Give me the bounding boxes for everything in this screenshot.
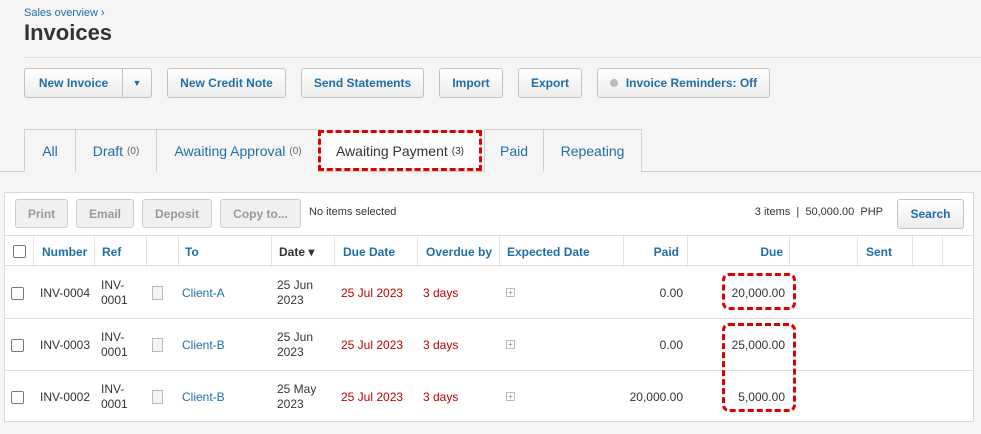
email-button[interactable]: Email <box>76 199 134 228</box>
column-ref[interactable]: Ref <box>95 236 147 267</box>
row-checkbox[interactable] <box>11 287 24 300</box>
tab-label: Repeating <box>560 143 625 159</box>
invoice-ref: INV-0001 <box>101 330 128 359</box>
column-extra <box>913 236 943 267</box>
tab-all[interactable]: All <box>24 129 76 172</box>
invoice-reminders-button[interactable]: Invoice Reminders: Off <box>597 68 770 98</box>
copy-to-button[interactable]: Copy to... <box>220 199 301 228</box>
document-icon[interactable] <box>152 338 163 352</box>
row-checkbox[interactable] <box>11 391 24 404</box>
chevron-down-icon: ▼ <box>132 78 142 88</box>
column-number[interactable]: Number <box>34 236 95 267</box>
select-all-checkbox[interactable] <box>12 245 26 258</box>
invoice-date: 25 May 2023 <box>277 382 317 411</box>
due-highlight-annotation <box>722 323 796 412</box>
contact-link[interactable]: Client-B <box>182 319 225 371</box>
add-expected-date-icon[interactable]: + <box>506 340 515 349</box>
page-title: Invoices <box>24 20 113 45</box>
document-icon[interactable] <box>152 390 163 404</box>
paid-amount: 0.00 <box>659 338 683 352</box>
tab-awaiting-payment[interactable]: Awaiting Payment (3) <box>318 130 482 171</box>
tab-count: (3) <box>451 145 465 157</box>
table-header: Number Ref To Date ▾ Due Date Overdue by… <box>5 235 973 267</box>
add-expected-date-icon[interactable]: + <box>506 288 515 297</box>
tab-label: Draft <box>92 143 124 159</box>
deposit-button[interactable]: Deposit <box>142 199 212 228</box>
column-due-date[interactable]: Due Date <box>335 236 418 267</box>
due-date: 25 Jul 2023 <box>341 286 404 300</box>
column-spacer <box>790 236 858 267</box>
column-expected-date[interactable]: Expected Date <box>500 236 624 267</box>
search-button[interactable]: Search <box>897 199 964 229</box>
new-invoice-button[interactable]: New Invoice <box>24 68 123 98</box>
invoice-date: 25 Jun 2023 <box>277 330 314 359</box>
overdue-by: 3 days <box>423 338 459 352</box>
status-dot-icon <box>609 79 618 87</box>
tab-repeating[interactable]: Repeating <box>543 129 642 172</box>
breadcrumb[interactable]: Sales overview › <box>24 7 105 19</box>
new-invoice-dropdown-button[interactable]: ▼ <box>122 68 152 98</box>
due-highlight-annotation <box>722 273 796 310</box>
items-summary: 3 items | 50,000.00 PHP <box>754 206 883 218</box>
tab-paid[interactable]: Paid <box>484 129 544 172</box>
add-expected-date-icon[interactable]: + <box>506 392 515 401</box>
invoice-number: INV-0003 <box>40 338 91 352</box>
invoice-number: INV-0002 <box>40 390 91 404</box>
import-button[interactable]: Import <box>439 68 503 98</box>
overdue-by: 3 days <box>423 286 459 300</box>
column-overdue-by[interactable]: Overdue by <box>418 236 500 267</box>
tab-label: Awaiting Payment <box>335 143 448 159</box>
invoice-reminders-label: Invoice Reminders: Off <box>625 76 758 90</box>
paid-amount: 0.00 <box>659 286 683 300</box>
column-attachment <box>147 236 179 267</box>
column-to[interactable]: To <box>179 236 272 267</box>
due-date: 25 Jul 2023 <box>341 390 404 404</box>
column-date[interactable]: Date ▾ <box>272 236 335 267</box>
send-statements-button[interactable]: Send Statements <box>301 68 424 98</box>
tab-count: (0) <box>127 145 140 157</box>
tab-label: Awaiting Approval <box>174 143 286 159</box>
invoice-number: INV-0004 <box>40 286 91 300</box>
tab-draft[interactable]: Draft (0) <box>75 129 157 172</box>
row-checkbox[interactable] <box>11 339 24 352</box>
column-sent[interactable]: Sent <box>858 236 913 267</box>
table-row[interactable]: INV-0004 INV-0001 Client-A 25 Jun 2023 2… <box>5 267 973 319</box>
invoice-ref: INV-0001 <box>101 278 128 307</box>
table-row[interactable]: INV-0002 INV-0001 Client-B 25 May 2023 2… <box>5 371 973 423</box>
tab-awaiting-approval[interactable]: Awaiting Approval (0) <box>156 129 320 172</box>
header-divider <box>24 57 981 58</box>
invoice-date: 25 Jun 2023 <box>277 278 314 307</box>
export-button[interactable]: Export <box>518 68 582 98</box>
due-date: 25 Jul 2023 <box>341 338 404 352</box>
tab-label: Paid <box>499 143 529 159</box>
contact-link[interactable]: Client-B <box>182 371 225 423</box>
tab-label: All <box>42 143 58 159</box>
column-due[interactable]: Due <box>688 236 790 267</box>
paid-amount: 20,000.00 <box>629 390 683 404</box>
overdue-by: 3 days <box>423 390 459 404</box>
selection-status: No items selected <box>309 206 397 218</box>
new-credit-note-button[interactable]: New Credit Note <box>167 68 286 98</box>
tab-count: (0) <box>289 145 302 157</box>
table-row[interactable]: INV-0003 INV-0001 Client-B 25 Jun 2023 2… <box>5 319 973 371</box>
document-icon[interactable] <box>152 286 163 300</box>
invoice-ref: INV-0001 <box>101 382 128 411</box>
column-paid[interactable]: Paid <box>624 236 688 267</box>
contact-link[interactable]: Client-A <box>182 267 225 319</box>
print-button[interactable]: Print <box>15 199 68 228</box>
select-all-cell <box>5 236 34 267</box>
